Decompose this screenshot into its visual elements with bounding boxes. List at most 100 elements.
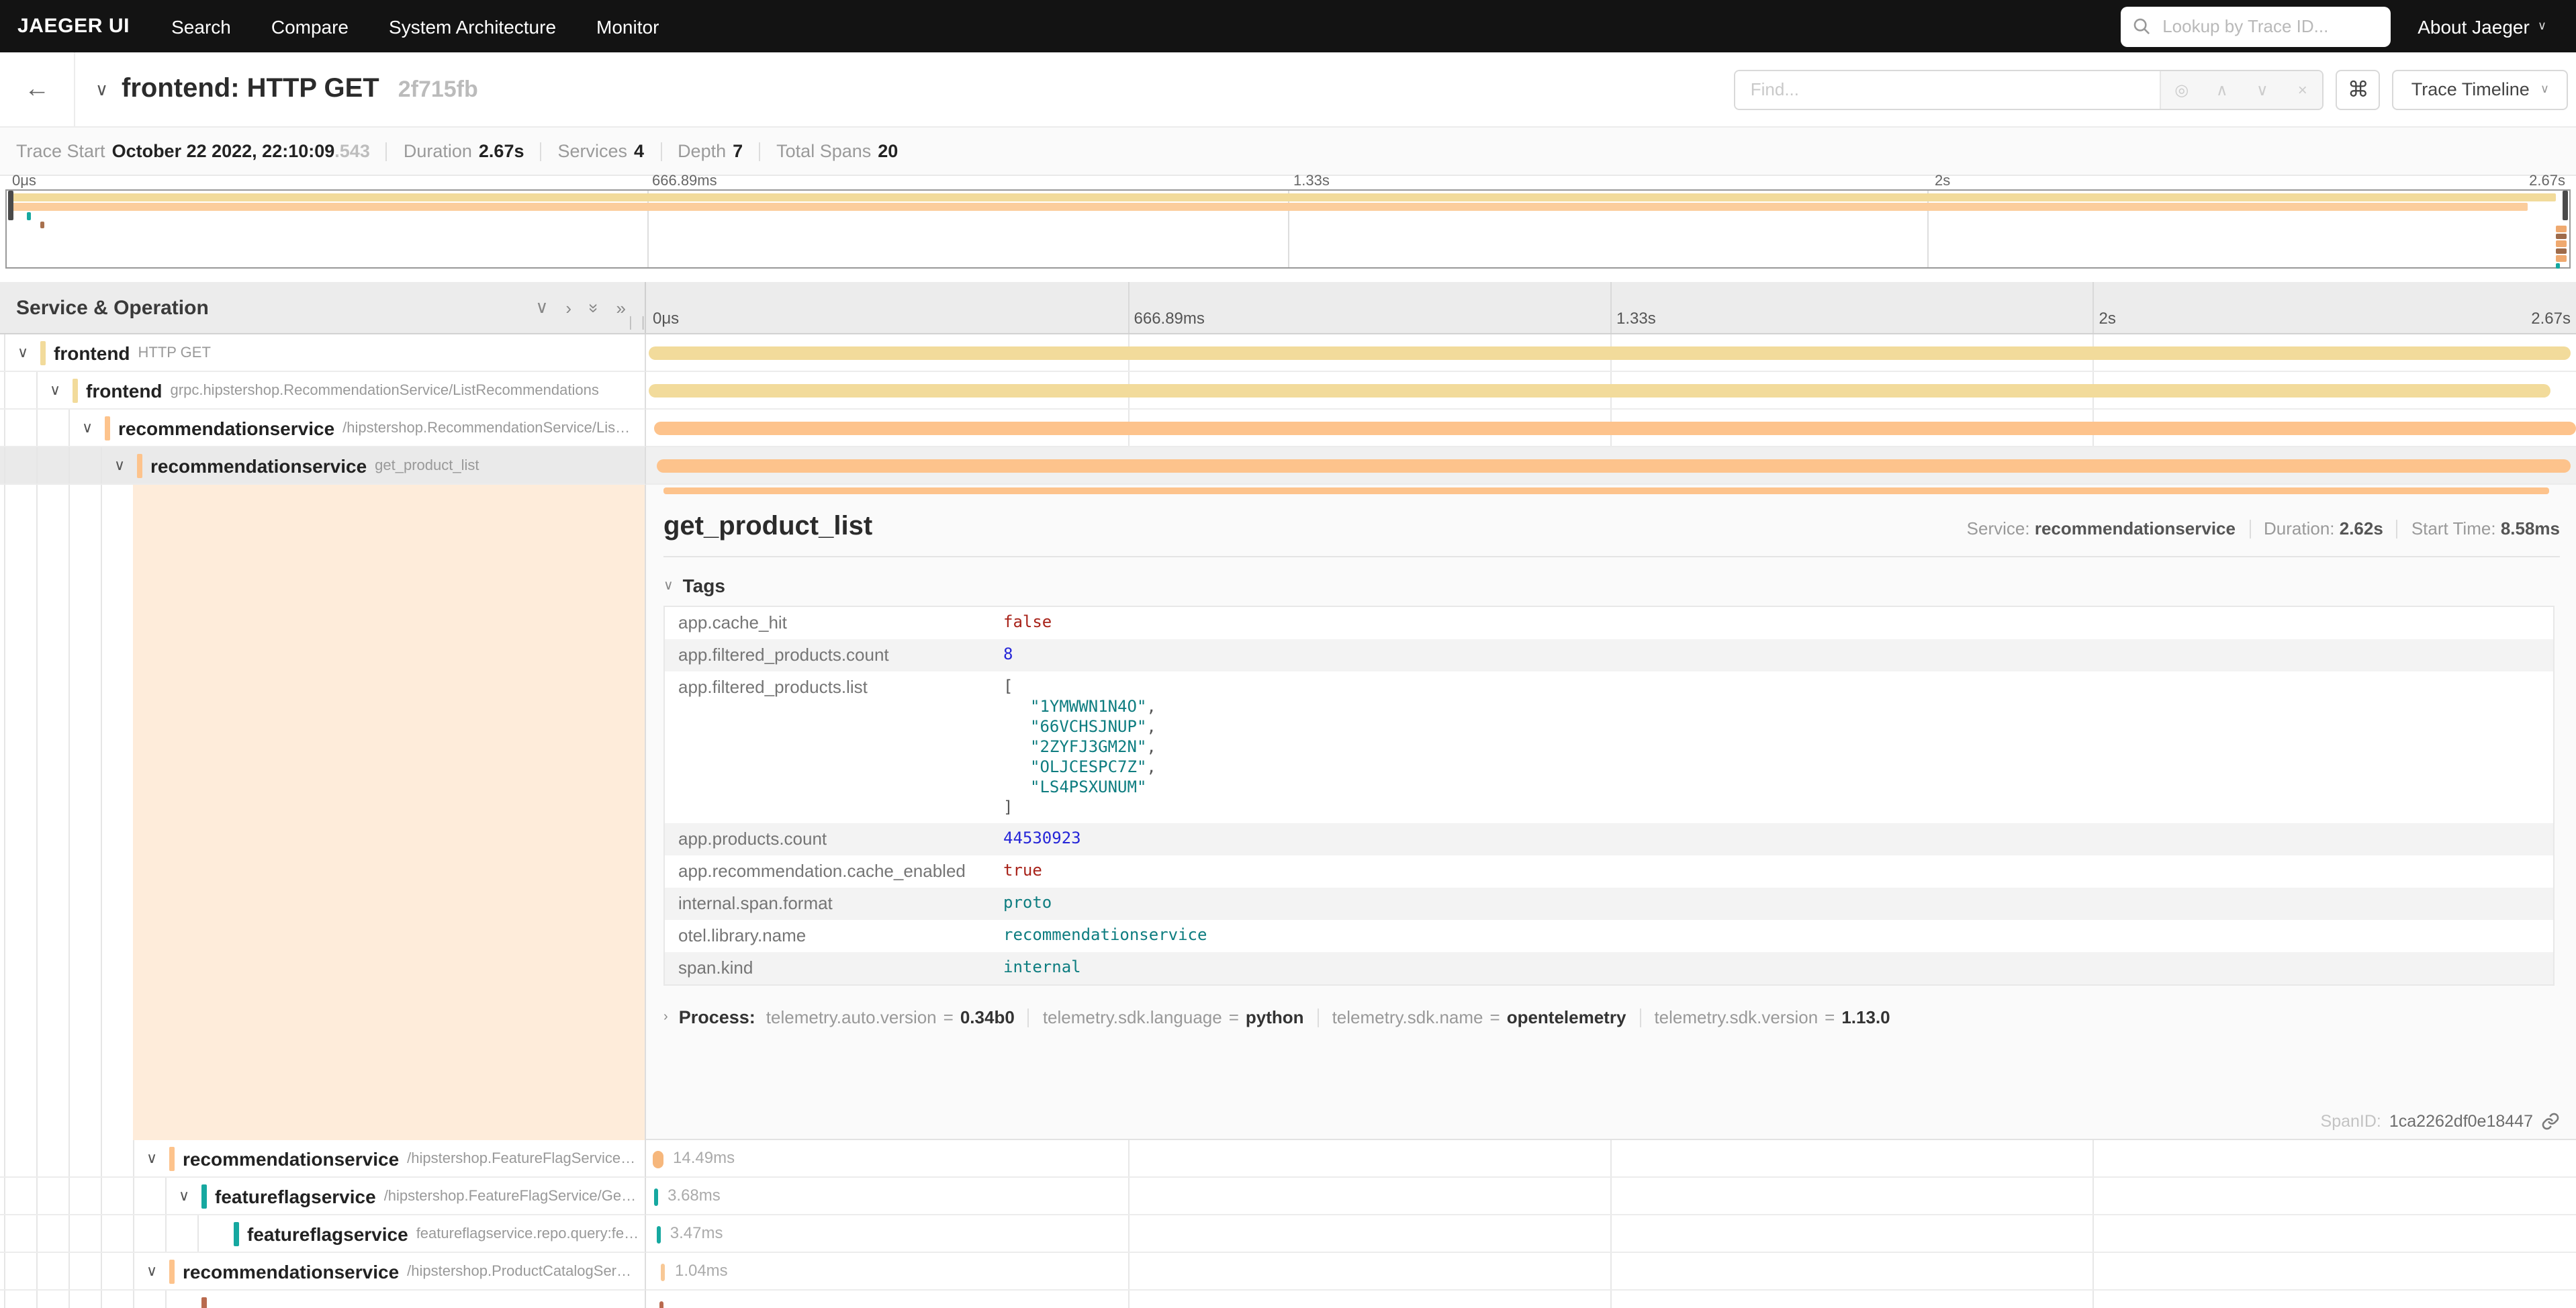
span-name-cell[interactable]: ∨recommendationservice/hipstershop.Produ…	[0, 1253, 646, 1291]
chevron-down-icon[interactable]: ∨	[142, 1150, 161, 1167]
tag-row[interactable]: app.products.count44530923	[665, 823, 2553, 855]
span-row[interactable]: featureflagservicefeatureflagservice.rep…	[0, 1215, 2576, 1253]
span-name-cell[interactable]: ∨recommendationservice/hipstershop.Recom…	[0, 410, 646, 447]
span-timeline-cell[interactable]: 14.49ms	[646, 1140, 2576, 1178]
expand-one-icon[interactable]: ›	[565, 297, 571, 318]
span-row-partial[interactable]	[0, 1291, 2576, 1308]
tag-key: app.recommendation.cache_enabled	[665, 855, 1003, 886]
span-timeline-cell[interactable]	[646, 410, 2576, 447]
span-timeline-cell[interactable]: 1.04ms	[646, 1253, 2576, 1291]
service-color-bar	[73, 378, 78, 402]
keyboard-shortcuts-button[interactable]: ⌘	[2336, 69, 2381, 109]
app-logo[interactable]: JAEGER UI	[0, 15, 151, 38]
chevron-down-icon: ∨	[2538, 19, 2546, 34]
collapse-one-icon[interactable]: ∨	[535, 297, 548, 318]
trace-minimap: 0μs666.89ms1.33s2s2.67s	[5, 173, 2571, 269]
back-button[interactable]: ←	[0, 52, 75, 126]
span-timeline-cell[interactable]: 3.47ms	[646, 1215, 2576, 1253]
chevron-down-icon[interactable]: ∨	[13, 344, 32, 361]
span-name-cell[interactable]: ∨recommendationservice/hipstershop.Featu…	[0, 1140, 646, 1178]
minimap-drag-handle-left[interactable]	[8, 191, 13, 220]
span-bar[interactable]	[653, 1150, 663, 1168]
trace-id-lookup-input[interactable]	[2160, 15, 2379, 38]
span-bar[interactable]	[661, 1263, 665, 1280]
process-section[interactable]: › Process: telemetry.auto.version=0.34b0…	[663, 1007, 2560, 1027]
span-bar[interactable]	[655, 422, 2576, 435]
tags-section-toggle[interactable]: ∨ Tags	[663, 575, 2560, 596]
span-row[interactable]: ∨recommendationservice/hipstershop.Featu…	[0, 1140, 2576, 1178]
nav-item-compare[interactable]: Compare	[251, 15, 369, 37]
process-tag: telemetry.auto.version=0.34b0	[766, 1007, 1015, 1027]
service-color-bar	[137, 453, 142, 477]
column-resize-handle[interactable]: ❘❘	[625, 316, 650, 330]
span-row[interactable]: ∨recommendationserviceget_product_list2.…	[0, 447, 2576, 485]
expand-all-icon[interactable]: »	[616, 297, 626, 318]
collapse-all-icon[interactable]: »	[584, 303, 604, 312]
indent-guide	[68, 447, 70, 483]
span-bar[interactable]	[654, 1188, 658, 1205]
span-row[interactable]: ∨frontendHTTP GET	[0, 334, 2576, 372]
focus-match-icon[interactable]: ◎	[2162, 80, 2202, 99]
clear-find-icon[interactable]: ×	[2283, 80, 2323, 99]
tag-key: app.filtered_products.count	[665, 639, 1003, 670]
nav-item-monitor[interactable]: Monitor	[576, 15, 679, 37]
indent-guide	[36, 1253, 38, 1289]
span-name-cell[interactable]: ∨featureflagservice/hipstershop.FeatureF…	[0, 1178, 646, 1215]
tag-row[interactable]: span.kindinternal	[665, 952, 2553, 984]
nav-item-system-architecture[interactable]: System Architecture	[369, 15, 576, 37]
link-icon[interactable]	[2541, 1112, 2560, 1131]
timeline-header: Service & Operation ∨ › » » ❘❘ 0μs666.89…	[0, 282, 2576, 334]
tag-row[interactable]: internal.span.formatproto	[665, 888, 2553, 920]
span-row[interactable]: ∨featureflagservice/hipstershop.FeatureF…	[0, 1178, 2576, 1215]
tag-row[interactable]: app.recommendation.cache_enabledtrue	[665, 855, 2553, 888]
tag-value: internal	[1003, 952, 2553, 983]
nav-item-search[interactable]: Search	[151, 15, 251, 37]
span-timeline-cell[interactable]: 3.68ms	[646, 1178, 2576, 1215]
command-icon: ⌘	[2348, 76, 2369, 103]
next-match-icon[interactable]: ∨	[2242, 80, 2283, 99]
span-name-cell[interactable]: ∨frontendgrpc.hipstershop.Recommendation…	[0, 372, 646, 410]
tag-row[interactable]: app.filtered_products.count8	[665, 639, 2553, 671]
indent-guide	[101, 1291, 102, 1308]
span-row[interactable]: ∨recommendationservice/hipstershop.Recom…	[0, 410, 2576, 447]
prev-match-icon[interactable]: ∧	[2202, 80, 2242, 99]
tag-row[interactable]: app.cache_hitfalse	[665, 607, 2553, 639]
about-jaeger-menu[interactable]: About Jaeger ∨	[2418, 15, 2546, 37]
axis-tick-label: 2s	[1935, 173, 1950, 189]
span-timeline-cell[interactable]	[646, 334, 2576, 372]
indent-guide	[36, 485, 38, 1140]
chevron-down-icon[interactable]: ∨	[110, 457, 129, 474]
span-name-cell[interactable]: ∨frontendHTTP GET	[0, 334, 646, 372]
span-timeline-cell[interactable]: 2.62s	[646, 447, 2576, 485]
chevron-down-icon[interactable]: ∨	[175, 1187, 193, 1205]
chevron-down-icon[interactable]: ∨	[142, 1262, 161, 1280]
chevron-down-icon[interactable]: ∨	[46, 381, 64, 399]
span-bar[interactable]	[659, 1301, 663, 1308]
span-bar[interactable]	[657, 1225, 661, 1243]
span-bar[interactable]	[649, 384, 2550, 398]
chevron-down-icon[interactable]: ∨	[78, 419, 97, 436]
span-timeline-cell[interactable]	[646, 1291, 2576, 1308]
timeline-axis: 0μs666.89ms1.33s2s2.67s	[646, 282, 2576, 333]
trace-view-selector[interactable]: Trace Timeline ∨	[2393, 69, 2568, 109]
span-row[interactable]: ∨frontendgrpc.hipstershop.Recommendation…	[0, 372, 2576, 410]
find-input[interactable]	[1736, 71, 2160, 108]
trace-id-lookup-box[interactable]	[2121, 6, 2391, 46]
span-row[interactable]: ∨recommendationservice/hipstershop.Produ…	[0, 1253, 2576, 1291]
process-tag: telemetry.sdk.name=opentelemetry	[1332, 1007, 1626, 1027]
tag-row[interactable]: app.filtered_products.list["1YMWWN1N4O",…	[665, 671, 2553, 823]
span-name-cell[interactable]: featureflagservicefeatureflagservice.rep…	[0, 1215, 646, 1253]
service-color-bar	[234, 1221, 239, 1246]
span-name-cell[interactable]: ∨recommendationserviceget_product_list	[0, 447, 646, 485]
minimap-drag-handle-right[interactable]	[2563, 191, 2568, 220]
collapse-header-chevron-icon[interactable]: ∨	[95, 79, 108, 100]
span-bar[interactable]	[657, 459, 2571, 473]
span-timeline-cell[interactable]	[646, 372, 2576, 410]
tag-row[interactable]: otel.library.namerecommendationservice	[665, 920, 2553, 952]
span-name-cell[interactable]	[0, 1291, 646, 1308]
minimap-canvas[interactable]	[5, 189, 2571, 269]
indent-guide	[133, 1215, 134, 1252]
process-tag: telemetry.sdk.version=1.13.0	[1654, 1007, 1890, 1027]
span-bar[interactable]	[649, 346, 2570, 360]
minimap-span-tick	[2555, 226, 2566, 232]
